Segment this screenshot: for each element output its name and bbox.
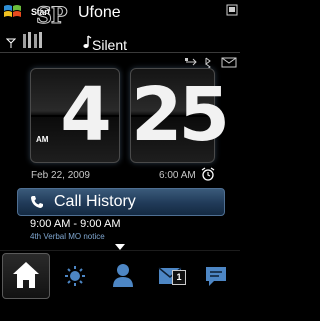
tab-people[interactable] (100, 253, 146, 297)
operator-name: Ufone (78, 4, 121, 21)
windows-start-icon[interactable] (2, 3, 24, 19)
antenna-icon (6, 38, 16, 48)
phone-icon (31, 196, 43, 208)
message-count-badge: 1 (172, 270, 186, 285)
call-history-button[interactable]: Call History (17, 188, 225, 216)
divider (0, 52, 240, 53)
call-history-label: Call History (54, 193, 136, 210)
clock-ampm: AM (36, 135, 49, 144)
close-icon[interactable] (226, 4, 238, 16)
alarm-time[interactable]: 6:00 AM (159, 170, 196, 181)
status-icons (185, 57, 237, 68)
tab-chat[interactable] (194, 253, 240, 297)
clock-hour: 4 (60, 72, 112, 158)
current-date: Feb 22, 2009 (31, 170, 90, 181)
home-icon (13, 262, 39, 288)
envelope-status-icon (221, 57, 237, 68)
bluetooth-icon (205, 57, 211, 68)
person-icon (113, 264, 133, 287)
tab-home[interactable] (2, 253, 50, 299)
alarm-clock-icon[interactable] (201, 167, 215, 181)
sun-icon (65, 266, 85, 286)
watermark: SP (35, 3, 67, 29)
appointment-title[interactable]: 4th Verbal MO notice (30, 232, 105, 241)
speech-bubble-icon (206, 267, 226, 286)
sound-profile[interactable]: Silent (92, 37, 127, 53)
usb-icon (185, 58, 197, 66)
clock-minute: 25 (131, 72, 230, 158)
clock-hour-card[interactable]: 4 AM (30, 68, 120, 163)
tab-messages[interactable] (148, 253, 194, 297)
appointment-time[interactable]: 9:00 AM - 9:00 AM (30, 218, 121, 230)
signal-strength-icon (23, 32, 42, 48)
clock-minute-card[interactable]: 25 (130, 68, 230, 163)
tab-weather[interactable] (52, 253, 98, 297)
tab-bar (0, 250, 240, 321)
music-note-icon (83, 35, 92, 48)
